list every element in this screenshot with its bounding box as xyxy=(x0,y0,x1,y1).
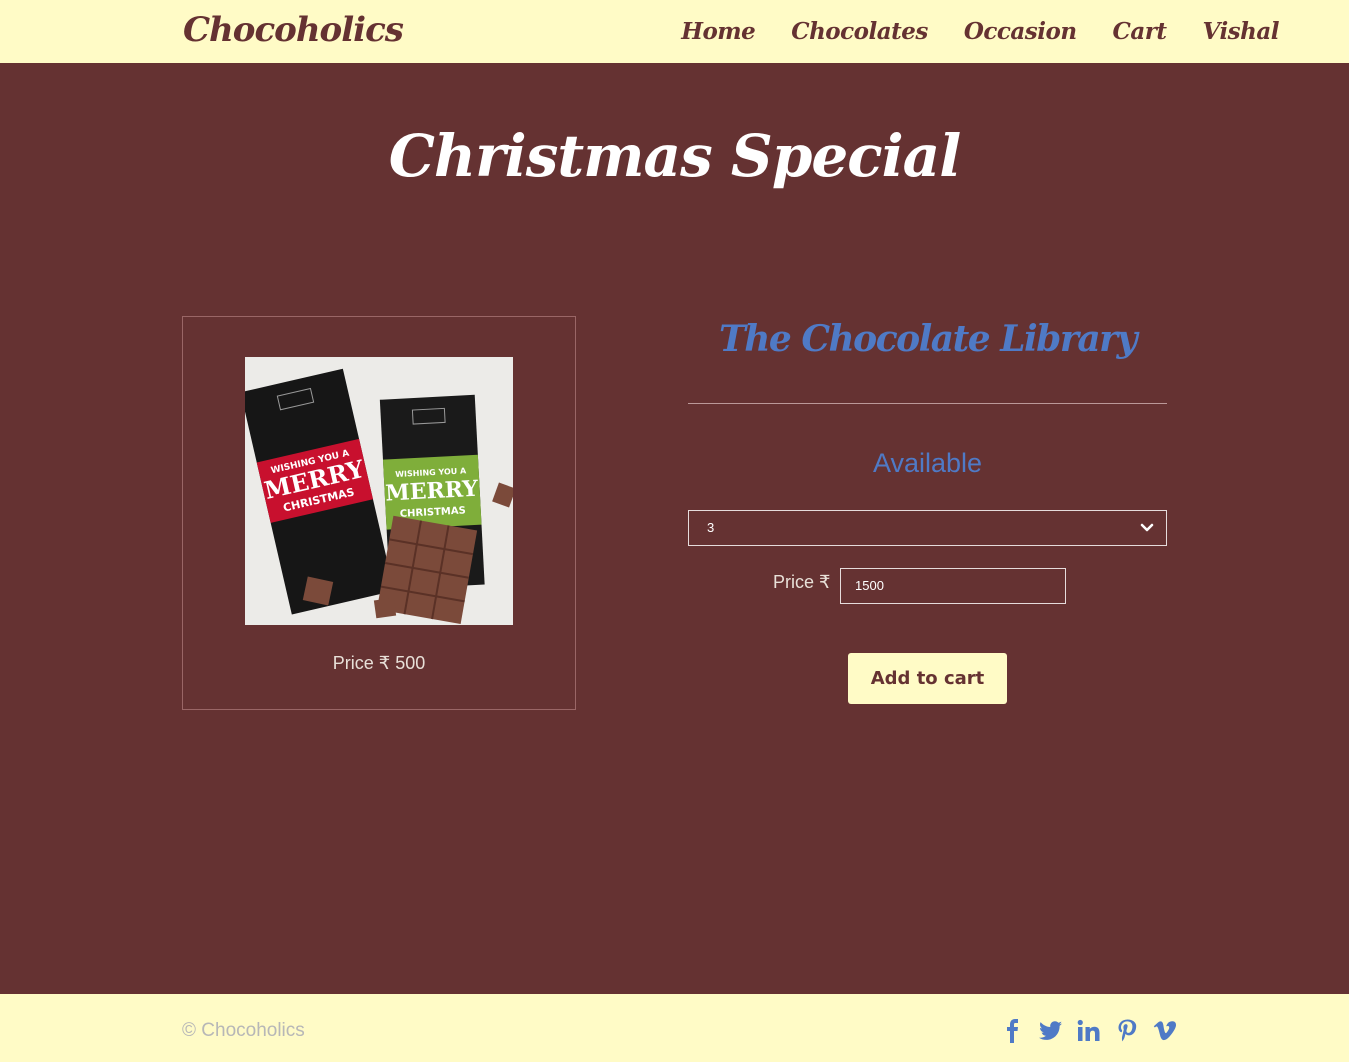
nav-link-user[interactable]: Vishal xyxy=(1203,18,1280,45)
brand-logo[interactable]: Chocoholics xyxy=(183,10,404,50)
quantity-select[interactable]: 3 xyxy=(688,510,1167,546)
nav-link-cart[interactable]: Cart xyxy=(1113,18,1167,45)
twitter-icon[interactable] xyxy=(1038,1018,1064,1044)
vimeo-icon[interactable] xyxy=(1152,1018,1178,1044)
navbar: Chocoholics Home Chocolates Occasion Car… xyxy=(0,0,1349,63)
svg-text:MERRY: MERRY xyxy=(385,476,479,507)
copyright: © Chocoholics xyxy=(182,1020,305,1041)
chevron-down-icon xyxy=(1140,523,1154,532)
footer: © Chocoholics xyxy=(0,994,1349,1062)
divider xyxy=(688,403,1167,404)
pinterest-icon[interactable] xyxy=(1114,1018,1140,1044)
facebook-icon[interactable] xyxy=(1000,1018,1026,1044)
nav-link-chocolates[interactable]: Chocolates xyxy=(791,18,928,45)
availability-status: Available xyxy=(872,448,983,478)
nav-link-home[interactable]: Home xyxy=(681,18,756,45)
price-input[interactable]: 1500 xyxy=(840,568,1066,604)
nav-links: Home Chocolates Occasion Cart Vishal xyxy=(681,18,1279,45)
card-price: Price ₹ 500 xyxy=(332,653,426,673)
product-image: WISHING YOU A MERRY CHRISTMAS WISHING YO… xyxy=(245,357,513,625)
product-card: WISHING YOU A MERRY CHRISTMAS WISHING YO… xyxy=(182,316,576,710)
price-label: Price ₹ xyxy=(773,572,831,592)
page-title: Christmas Special xyxy=(388,122,961,190)
linkedin-icon[interactable] xyxy=(1076,1018,1102,1044)
add-to-cart-button[interactable]: Add to cart xyxy=(848,653,1007,704)
nav-link-occasion[interactable]: Occasion xyxy=(964,18,1077,45)
quantity-value: 3 xyxy=(707,520,715,535)
product-brand-title: The Chocolate Library xyxy=(718,318,1138,360)
social-links xyxy=(1000,1018,1178,1044)
